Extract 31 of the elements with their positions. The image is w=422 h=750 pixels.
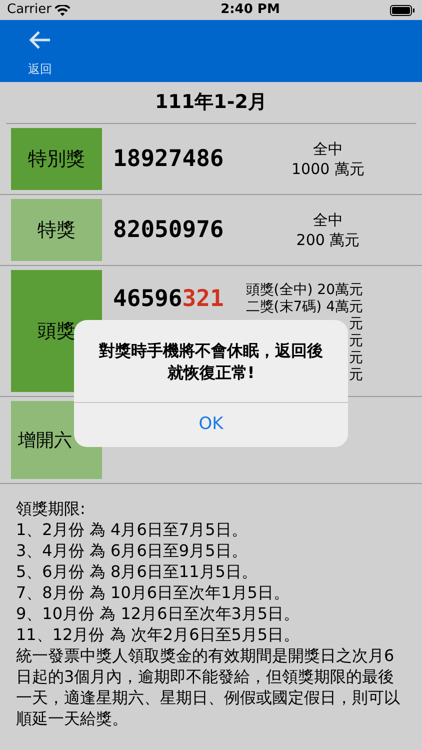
prize-label: 特別獎 [11, 128, 102, 190]
period-title: 111年1-2月 [6, 82, 416, 124]
prize-amount: 元 [349, 350, 363, 367]
prize-amount: 元 [349, 333, 363, 350]
prize-amount: 全中 [313, 139, 343, 159]
claim-note: 統一發票中獎人領取獎金的有效期間是開獎日之次月6日起的3個月內，逾期即不能發給，但領獎期限的最後一天，適逢星期六、星期日、例假或國定假日，則可以順延一天給獎。 [16, 645, 401, 729]
wifi-icon [55, 4, 70, 16]
prize-amount: 頭獎(全中) 20萬元 [246, 282, 363, 299]
prize-amount: 1000 萬元 [292, 159, 364, 179]
prize-amount: 元 [349, 367, 363, 384]
winning-number: 18927486 [113, 144, 225, 174]
ok-button[interactable]: OK [74, 402, 348, 447]
prize-amount: 200 萬元 [296, 230, 360, 250]
prize-amount: 元 [349, 316, 363, 333]
claim-note: 11、12月份 為 次年2月6日至5月5日。 [16, 624, 301, 645]
prize-amount: 二獎(末7碼) 4萬元 [246, 299, 363, 316]
prize-label: 特獎 [11, 199, 102, 261]
claim-note: 7、8月份 為 10月6日至次年1月5日。 [16, 582, 290, 603]
claim-note: 1、2月份 為 4月6日至7月5日。 [16, 519, 248, 540]
claim-note: 領獎期限: [16, 498, 86, 519]
battery-icon [390, 4, 415, 16]
winning-number: 46596321 [113, 285, 225, 314]
back-button[interactable]: 返回 [28, 30, 52, 78]
back-arrow-icon [29, 30, 51, 50]
winning-number: 82050976 [113, 216, 225, 245]
claim-note: 3、4月份 為 6月6日至9月5日。 [16, 540, 248, 561]
clock-time: 2:40 PM [220, 1, 280, 20]
claim-note: 5、6月份 為 8月6日至11月5日。 [16, 561, 258, 582]
prize-amount: 全中 [313, 210, 343, 230]
claim-note: 9、10月份 為 12月6日至次年3月5日。 [16, 603, 301, 624]
carrier-label: Carrier [7, 1, 52, 20]
